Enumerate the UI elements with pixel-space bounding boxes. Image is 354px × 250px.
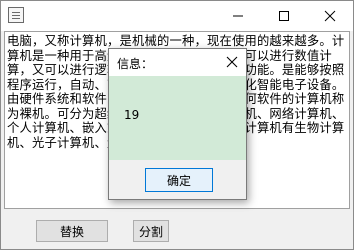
app-icon xyxy=(8,7,24,23)
dialog-close-button[interactable] xyxy=(218,49,246,76)
title-bar xyxy=(1,1,353,31)
info-dialog: 信息： 19 确定 xyxy=(108,48,247,200)
close-button[interactable] xyxy=(307,1,353,31)
dialog-titlebar: 信息： xyxy=(109,49,246,76)
close-icon xyxy=(324,10,336,22)
replace-button[interactable]: 替换 xyxy=(36,220,108,242)
dialog-body: 19 xyxy=(109,76,246,160)
minimize-button[interactable] xyxy=(215,1,261,31)
maximize-icon xyxy=(279,11,289,21)
dialog-title: 信息： xyxy=(117,57,154,71)
split-button[interactable]: 分割 xyxy=(133,220,169,242)
dialog-message: 19 xyxy=(124,108,140,122)
minimize-icon xyxy=(233,15,243,17)
ok-button[interactable]: 确定 xyxy=(145,168,213,192)
maximize-button[interactable] xyxy=(261,1,307,31)
close-icon xyxy=(226,56,238,68)
